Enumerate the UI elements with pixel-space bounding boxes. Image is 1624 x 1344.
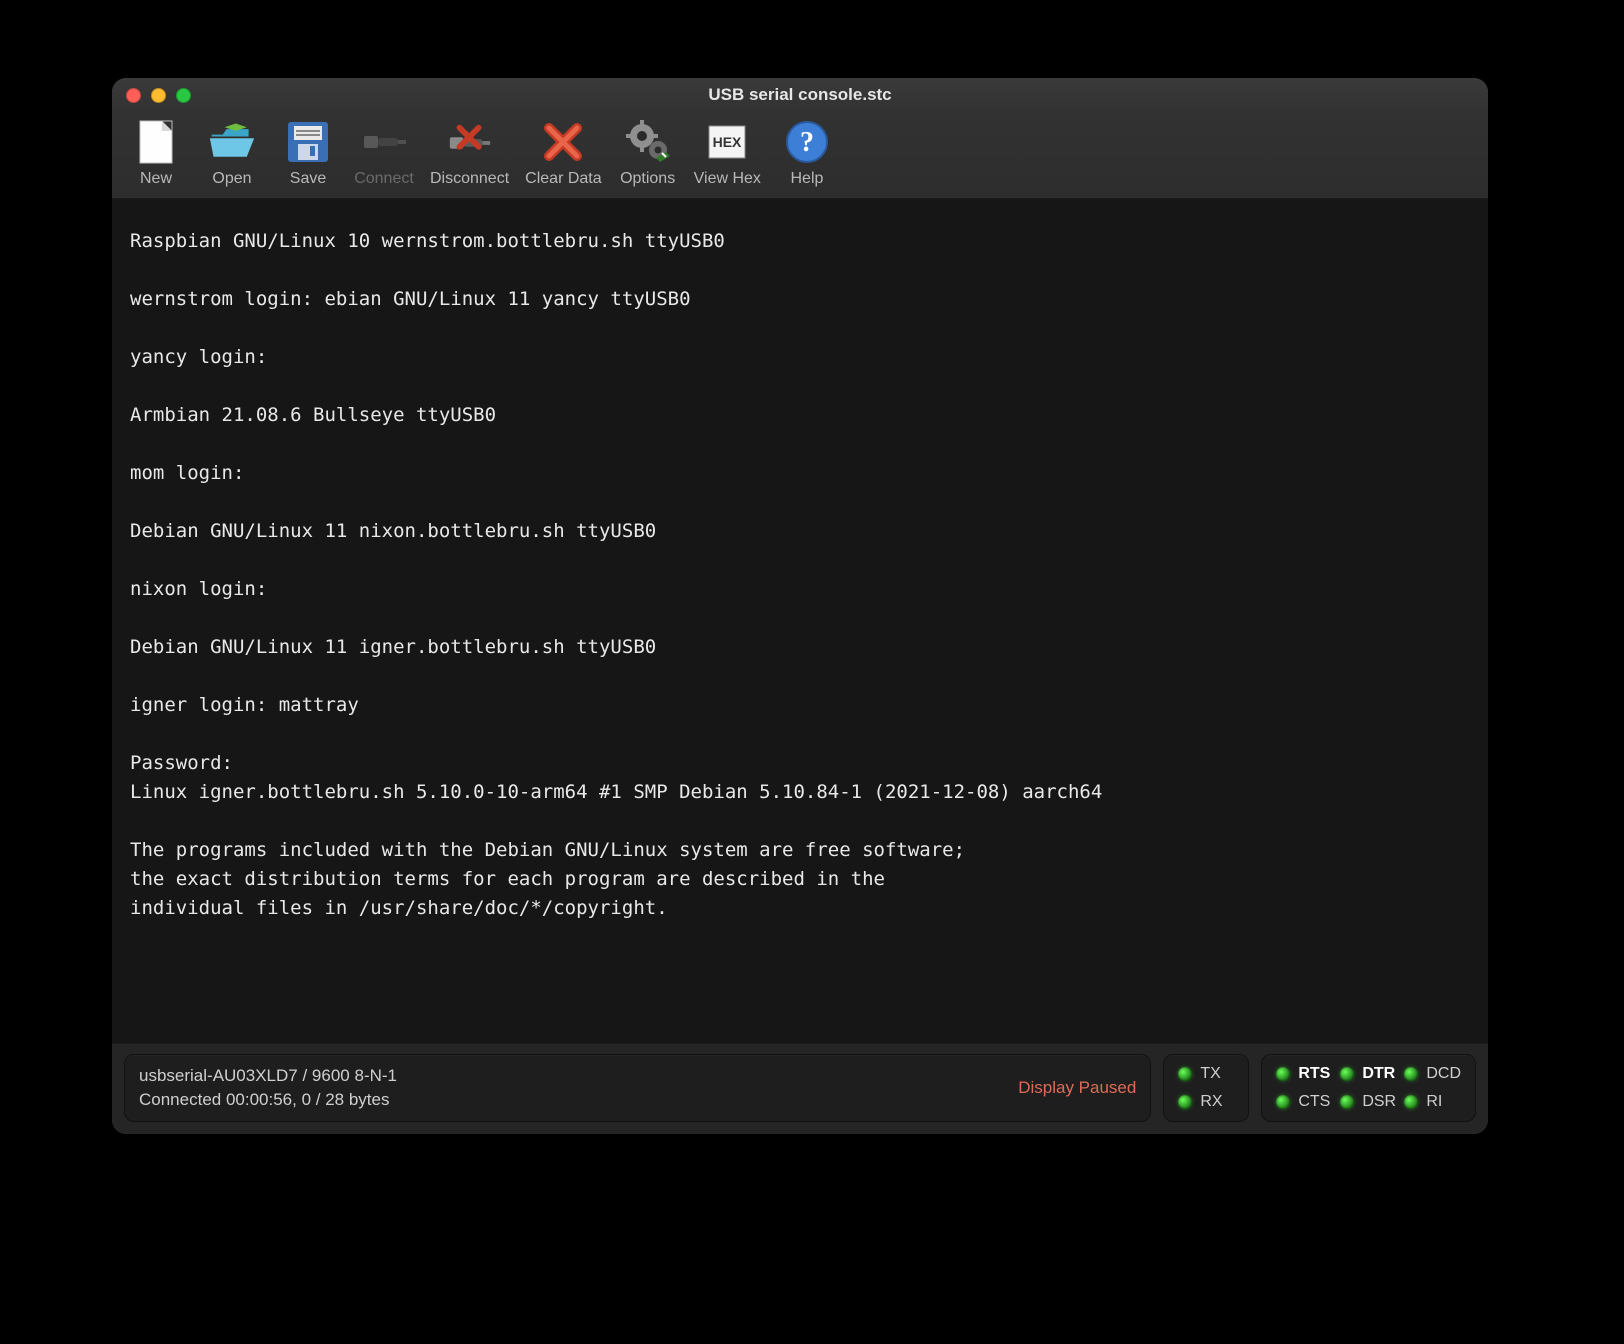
clear-data-button[interactable]: Clear Data bbox=[525, 118, 601, 188]
ri-label: RI bbox=[1426, 1093, 1461, 1111]
dcd-label: DCD bbox=[1426, 1065, 1461, 1083]
dsr-led bbox=[1340, 1095, 1354, 1109]
tx-label: TX bbox=[1200, 1065, 1234, 1083]
save-label: Save bbox=[290, 170, 326, 188]
options-label: Options bbox=[620, 170, 675, 188]
save-button[interactable]: Save bbox=[278, 118, 338, 188]
statusbar: usbserial-AU03XLD7 / 9600 8-N-1 Connecte… bbox=[112, 1043, 1488, 1134]
ri-led bbox=[1404, 1095, 1418, 1109]
new-label: New bbox=[140, 170, 172, 188]
status-info-panel: usbserial-AU03XLD7 / 9600 8-N-1 Connecte… bbox=[124, 1054, 1151, 1122]
help-icon: ? bbox=[783, 118, 831, 166]
connect-button: Connect bbox=[354, 118, 414, 188]
zoom-button[interactable] bbox=[176, 88, 191, 103]
txrx-led-panel: TX RX bbox=[1163, 1054, 1249, 1122]
titlebar: USB serial console.stc bbox=[112, 78, 1488, 112]
connection-stats-line: Connected 00:00:56, 0 / 28 bytes bbox=[139, 1088, 397, 1112]
view-hex-label: View Hex bbox=[694, 170, 761, 188]
gear-icon bbox=[624, 118, 672, 166]
rx-label: RX bbox=[1200, 1093, 1234, 1111]
display-state: Display Paused bbox=[1018, 1078, 1136, 1098]
control-led-panel: RTS DTR DCD CTS DSR RI bbox=[1261, 1054, 1476, 1122]
options-button[interactable]: Options bbox=[618, 118, 678, 188]
open-folder-icon bbox=[208, 118, 256, 166]
tx-led bbox=[1178, 1067, 1192, 1081]
dtr-label: DTR bbox=[1362, 1065, 1396, 1083]
cts-led bbox=[1276, 1095, 1290, 1109]
rx-led bbox=[1178, 1095, 1192, 1109]
hex-icon: HEX bbox=[703, 118, 751, 166]
toolbar: New Open bbox=[112, 112, 1488, 199]
connection-info: usbserial-AU03XLD7 / 9600 8-N-1 Connecte… bbox=[139, 1064, 397, 1112]
svg-text:?: ? bbox=[800, 127, 814, 158]
dcd-led bbox=[1404, 1067, 1418, 1081]
svg-text:HEX: HEX bbox=[713, 134, 742, 150]
help-label: Help bbox=[790, 170, 823, 188]
save-floppy-icon bbox=[284, 118, 332, 166]
cts-label: CTS bbox=[1298, 1093, 1332, 1111]
help-button[interactable]: ? Help bbox=[777, 118, 837, 188]
rts-label: RTS bbox=[1298, 1065, 1332, 1083]
new-button[interactable]: New bbox=[126, 118, 186, 188]
disconnect-button[interactable]: Disconnect bbox=[430, 118, 509, 188]
clear-x-icon bbox=[539, 118, 587, 166]
dtr-led[interactable] bbox=[1340, 1067, 1354, 1081]
minimize-button[interactable] bbox=[151, 88, 166, 103]
rts-led[interactable] bbox=[1276, 1067, 1290, 1081]
app-window: USB serial console.stc New Open bbox=[112, 78, 1488, 1134]
disconnect-label: Disconnect bbox=[430, 170, 509, 188]
usb-connect-icon bbox=[360, 118, 408, 166]
usb-disconnect-icon bbox=[446, 118, 494, 166]
traffic-lights bbox=[126, 88, 191, 103]
dsr-label: DSR bbox=[1362, 1093, 1396, 1111]
close-button[interactable] bbox=[126, 88, 141, 103]
open-button[interactable]: Open bbox=[202, 118, 262, 188]
connect-label: Connect bbox=[354, 170, 414, 188]
clear-data-label: Clear Data bbox=[525, 170, 601, 188]
port-settings-line: usbserial-AU03XLD7 / 9600 8-N-1 bbox=[139, 1064, 397, 1088]
new-file-icon bbox=[132, 118, 180, 166]
window-title: USB serial console.stc bbox=[112, 85, 1488, 105]
open-label: Open bbox=[212, 170, 251, 188]
view-hex-button[interactable]: HEX View Hex bbox=[694, 118, 761, 188]
console-output[interactable]: Raspbian GNU/Linux 10 wernstrom.bottlebr… bbox=[112, 199, 1488, 1043]
